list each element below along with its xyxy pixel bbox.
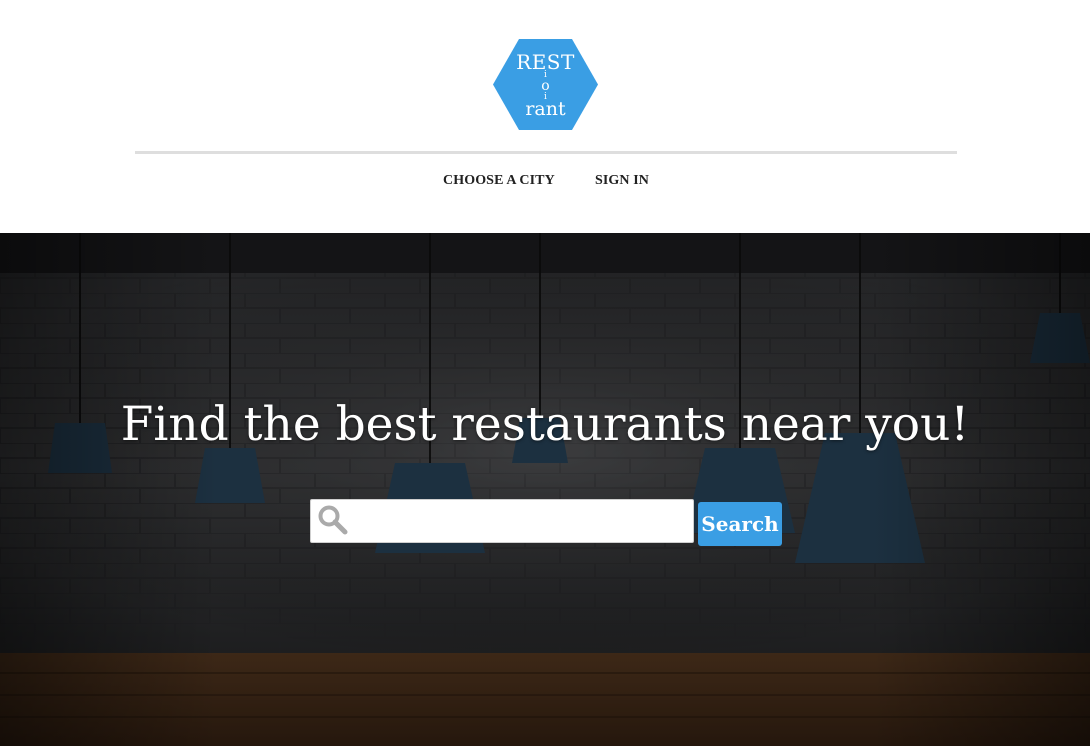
- nav-sign-in-link[interactable]: SIGN IN: [595, 173, 649, 189]
- search-icon: [318, 505, 348, 535]
- site-header: REST i o i rant CHOOSE A CITY SIGN IN: [0, 0, 1090, 233]
- logo[interactable]: REST i o i rant: [492, 38, 599, 131]
- hero-title: Find the best restaurants near you!: [120, 397, 970, 452]
- header-divider: [135, 151, 957, 154]
- hero-section: Find the best restaurants near you! Sear…: [0, 233, 1090, 746]
- search-field[interactable]: [310, 499, 694, 543]
- logo-text-bottom: rant: [525, 98, 566, 121]
- search-button[interactable]: Search: [698, 502, 782, 546]
- search-input[interactable]: [351, 502, 689, 540]
- nav-choose-city-link[interactable]: CHOOSE A CITY: [443, 173, 555, 189]
- hero-background-image: [0, 233, 1090, 746]
- logo-text-top: REST: [516, 49, 575, 74]
- logo-text-middle: i o i: [541, 70, 549, 101]
- logo-wordmark: REST i o i rant: [492, 38, 599, 131]
- main-nav: CHOOSE A CITY SIGN IN: [0, 173, 1090, 193]
